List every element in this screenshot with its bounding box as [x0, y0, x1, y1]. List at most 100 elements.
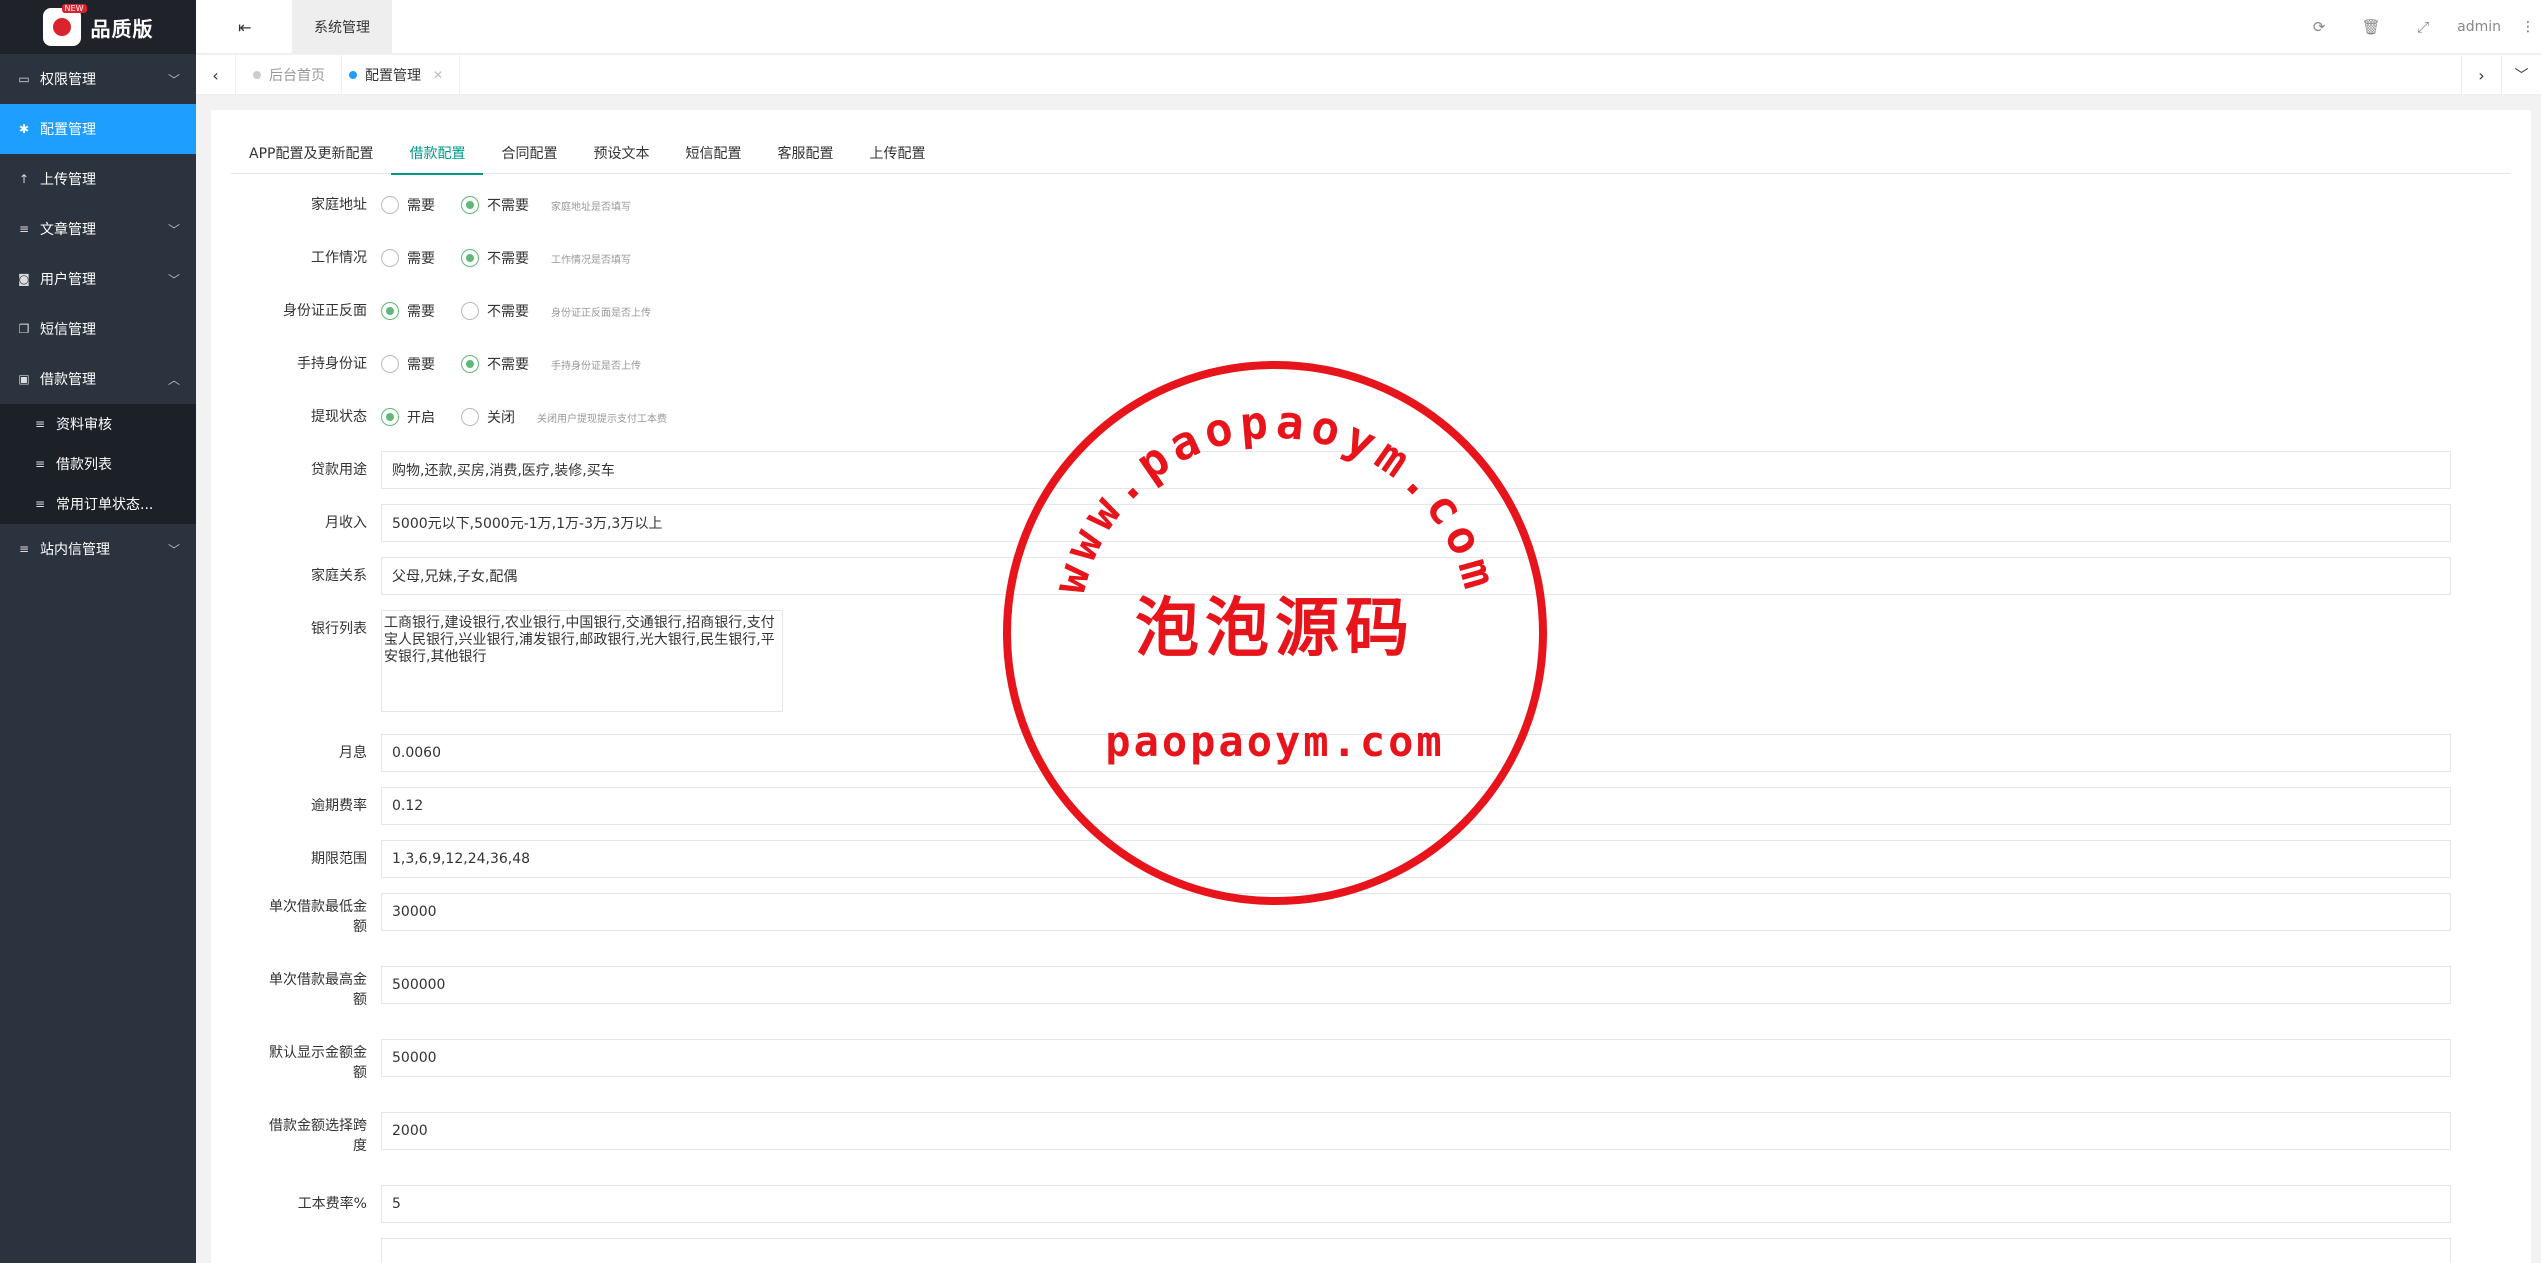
tab-dot [253, 71, 261, 79]
user-menu[interactable]: admin [2457, 19, 2501, 35]
sidebar-item-label: 文章管理 [40, 222, 96, 238]
radio-group-home-address: 需要 不需要 家庭地址是否填写 [381, 186, 631, 224]
sidebar-item-sms[interactable]: ❐ 短信管理 [0, 304, 196, 354]
header-tab-system[interactable]: 系统管理 [292, 0, 392, 54]
sidebar-item-label: 用户管理 [40, 272, 96, 288]
sidebar-item-config[interactable]: ✱ 配置管理 [0, 104, 196, 154]
radio-option-need[interactable]: 需要 [381, 248, 435, 268]
form-row-id-card: 身份证正反面 需要 不需要 身份证正反面是否上传 [231, 292, 2511, 345]
monthly-income-input[interactable]: 5000元以下,5000元-1万,1万-3万,3万以上 [381, 504, 2451, 542]
copy-icon: ❐ [18, 322, 30, 336]
page-tab-label: 配置管理 [365, 68, 421, 84]
field-label: 月息 [339, 745, 367, 761]
tab-preset-text[interactable]: 预设文本 [575, 134, 667, 174]
sidebar-subitem-label: 借款列表 [56, 457, 112, 473]
field-label: 单次借款最低金额 [269, 899, 367, 935]
field-hint: 家庭地址是否填写 [551, 201, 631, 213]
term-range-input[interactable]: 1,3,6,9,12,24,36,48 [381, 840, 2451, 878]
tab-dot [349, 71, 357, 79]
min-amount-input[interactable]: 30000 [381, 893, 2451, 931]
radio-option-not-need[interactable]: 不需要 [461, 248, 529, 268]
chevron-down-icon: ﹀ [167, 542, 180, 557]
page-tabs-bar: ‹ 后台首页 配置管理 ✕ › ﹀ [196, 55, 2541, 95]
sidebar-item-users[interactable]: ◙ 用户管理 ﹀ [0, 254, 196, 304]
sidebar-subitem-review[interactable]: ≡ 资料审核 [0, 404, 196, 444]
brand-name: 品质版 [90, 16, 154, 41]
tab-service-config[interactable]: 客服配置 [759, 134, 851, 174]
field-label: 提现状态 [311, 409, 367, 425]
sidebar-item-upload[interactable]: ↑ 上传管理 [0, 154, 196, 204]
max-amount-input[interactable]: 500000 [381, 966, 2451, 1004]
list-icon: ≡ [34, 457, 46, 471]
radio-option-not-need[interactable]: 不需要 [461, 301, 529, 321]
chevron-down-icon: ﹀ [167, 272, 180, 287]
tab-contract-config[interactable]: 合同配置 [483, 134, 575, 174]
close-icon[interactable]: ✕ [433, 68, 443, 82]
radio-option-on[interactable]: 开启 [381, 407, 435, 427]
fullscreen-icon[interactable]: ⤢ [2397, 18, 2449, 36]
sidebar: NEW 品质版 ▭ 权限管理 ﹀ ✱ 配置管理 ↑ 上传管理 ≡ 文章管理 ﹀ … [0, 0, 196, 1263]
overdue-rate-input[interactable]: 0.12 [381, 787, 2451, 825]
sidebar-item-permissions[interactable]: ▭ 权限管理 ﹀ [0, 54, 196, 104]
chevron-right-icon[interactable]: › [2461, 55, 2501, 95]
tab-loan-config[interactable]: 借款配置 [391, 134, 484, 175]
menu-toggle-icon[interactable]: ⇤ [238, 18, 251, 37]
form-row-family: 家庭关系 父母,兄妹,子女,配偶 [231, 557, 2511, 610]
money-icon: ▣ [18, 372, 30, 386]
monthly-rate-input[interactable]: 0.0060 [381, 734, 2451, 772]
form-row-hand-id: 手持身份证 需要 不需要 手持身份证是否上传 [231, 345, 2511, 398]
config-tabs: APP配置及更新配置 借款配置 合同配置 预设文本 短信配置 客服配置 上传配置 [231, 134, 2511, 175]
form-row-amount-step: 借款金额选择跨度 2000 [231, 1112, 2511, 1185]
list-icon: ≡ [34, 417, 46, 431]
radio-option-not-need[interactable]: 不需要 [461, 195, 529, 215]
family-relation-input[interactable]: 父母,兄妹,子女,配偶 [381, 557, 2451, 595]
tab-app-config[interactable]: APP配置及更新配置 [231, 134, 391, 174]
form-row-overdue-rate: 逾期费率 0.12 [231, 787, 2511, 840]
bank-list-textarea[interactable]: 工商银行,建设银行,农业银行,中国银行,交通银行,招商银行,支付宝人民银行,兴业… [381, 610, 783, 712]
fee-rate-input[interactable]: 5 [381, 1185, 2451, 1223]
field-label: 借款金额选择跨度 [269, 1118, 367, 1154]
amount-step-input[interactable]: 2000 [381, 1112, 2451, 1150]
top-header: ⇤ 系统管理 ⟳ 🗑 ⤢ admin ⋮ [196, 0, 2541, 54]
sidebar-item-loans[interactable]: ▣ 借款管理 ︿ [0, 354, 196, 404]
field-hint: 手持身份证是否上传 [551, 360, 641, 372]
field-label: 逾期费率 [311, 798, 367, 814]
upload-icon: ↑ [18, 172, 30, 186]
default-amount-input[interactable]: 50000 [381, 1039, 2451, 1077]
refresh-icon[interactable]: ⟳ [2293, 18, 2345, 36]
form-row-min-amount: 单次借款最低金额 30000 [231, 893, 2511, 966]
form-row-max-amount: 单次借款最高金额 500000 [231, 966, 2511, 1039]
trash-icon[interactable]: 🗑 [2345, 18, 2397, 36]
sidebar-subitem-order-status[interactable]: ≡ 常用订单状态... [0, 484, 196, 524]
chevron-left-icon[interactable]: ‹ [196, 55, 236, 95]
sidebar-item-label: 借款管理 [40, 372, 96, 388]
tab-sms-config[interactable]: 短信配置 [667, 134, 759, 174]
sidebar-item-articles[interactable]: ≡ 文章管理 ﹀ [0, 204, 196, 254]
loan-purpose-input[interactable]: 购物,还款,买房,消费,医疗,装修,买车 [381, 451, 2451, 489]
radio-option-not-need[interactable]: 不需要 [461, 354, 529, 374]
next-field-input[interactable] [381, 1238, 2451, 1263]
chevron-down-icon[interactable]: ﹀ [2501, 55, 2541, 95]
form-row-loan-purpose: 贷款用途 购物,还款,买房,消费,医疗,装修,买车 [231, 451, 2511, 504]
radio-option-need[interactable]: 需要 [381, 301, 435, 321]
page-tab-config[interactable]: 配置管理 ✕ [333, 55, 461, 95]
form-row-withdraw-status: 提现状态 开启 关闭 关闭用户提现提示支付工本费 [231, 398, 2511, 451]
sidebar-item-messages[interactable]: ≡ 站内信管理 ﹀ [0, 524, 196, 574]
radio-option-need[interactable]: 需要 [381, 354, 435, 374]
more-icon[interactable]: ⋮ [2521, 19, 2535, 35]
user-icon: ◙ [18, 272, 30, 286]
sidebar-subitem-loan-list[interactable]: ≡ 借款列表 [0, 444, 196, 484]
gear-icon: ✱ [18, 122, 30, 136]
radio-option-off[interactable]: 关闭 [461, 407, 515, 427]
page-tab-label: 后台首页 [269, 68, 325, 84]
tab-upload-config[interactable]: 上传配置 [851, 134, 943, 174]
sidebar-item-label: 站内信管理 [40, 542, 110, 558]
page-tab-home[interactable]: 后台首页 [237, 55, 342, 95]
chevron-down-icon: ﹀ [167, 222, 180, 237]
form-row-default-amount: 默认显示金额金额 50000 [231, 1039, 2511, 1112]
list-icon: ≡ [18, 222, 30, 236]
field-label: 家庭地址 [311, 197, 367, 213]
field-label: 手持身份证 [297, 356, 367, 372]
logo[interactable]: NEW 品质版 [0, 0, 196, 54]
radio-option-need[interactable]: 需要 [381, 195, 435, 215]
